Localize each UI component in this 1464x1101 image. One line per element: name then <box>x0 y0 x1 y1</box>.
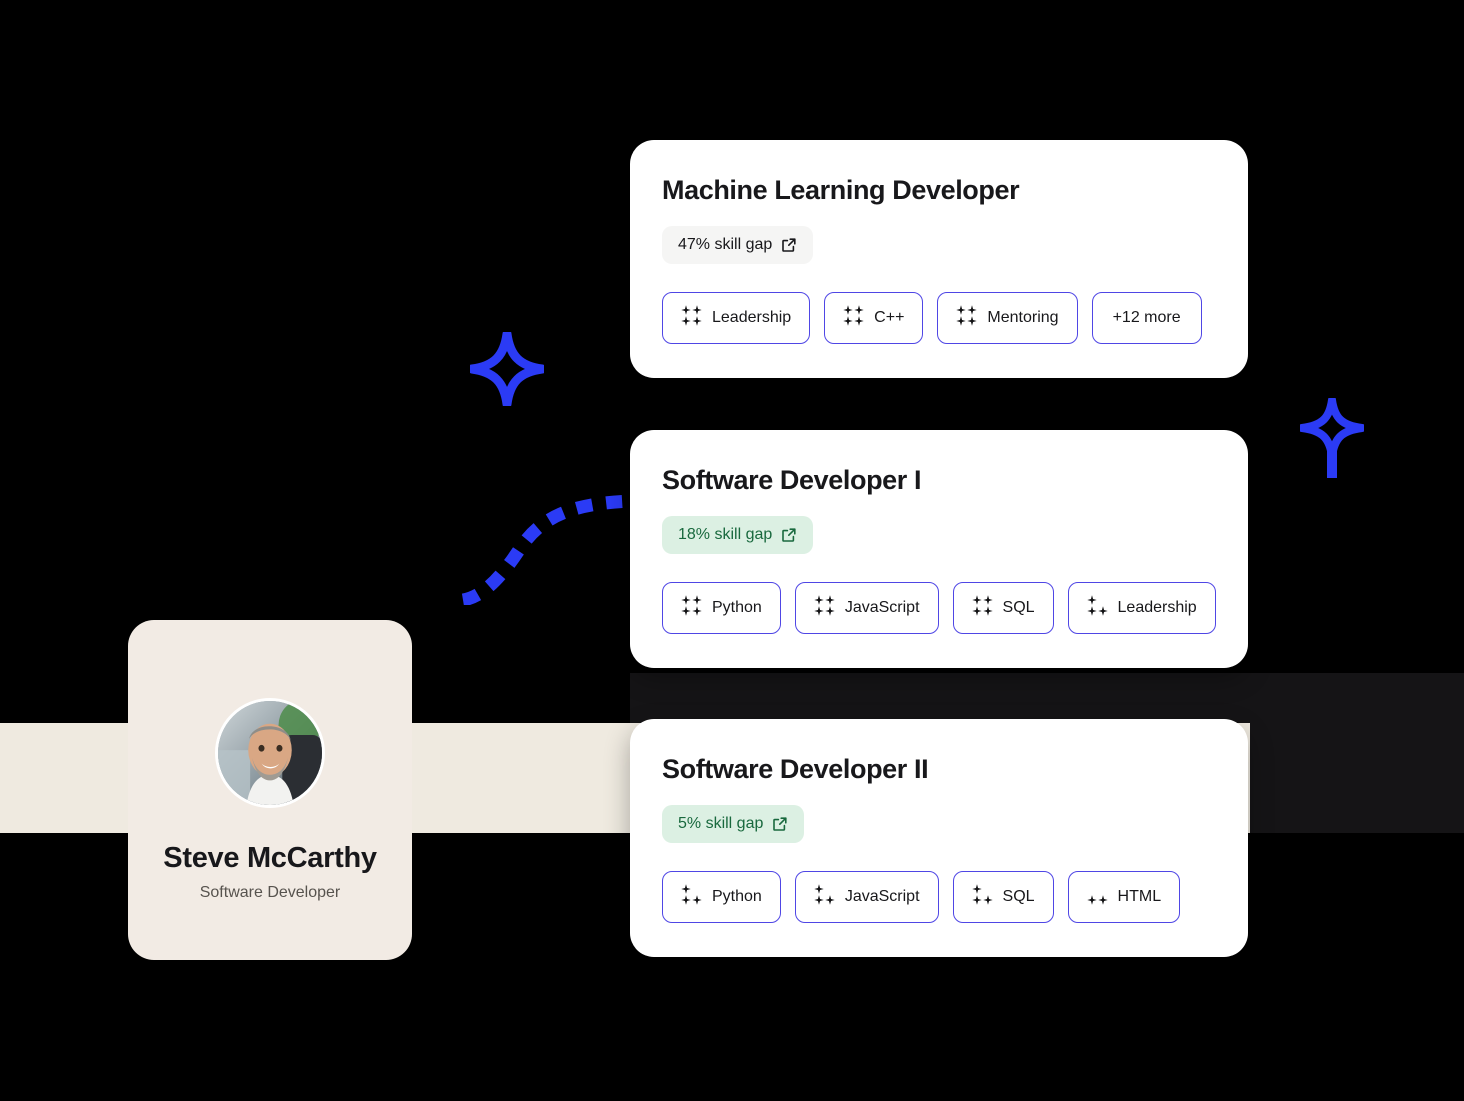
skill-level-4-icon <box>956 304 978 331</box>
skill-chip-row: Python JavaScript SQL Leadership <box>662 581 1216 634</box>
skill-chip[interactable]: SQL <box>952 870 1054 923</box>
more-skills-label: +12 more <box>1112 308 1181 326</box>
skill-chip-label: Leadership <box>1117 598 1197 616</box>
skill-gap-label: 18% skill gap <box>678 525 773 543</box>
skill-gap-badge[interactable]: 47% skill gap <box>662 225 814 264</box>
skill-level-4-icon <box>971 594 993 621</box>
canvas: Steve McCarthy Software Developer Machin… <box>0 0 1464 1101</box>
profile-role: Software Developer <box>199 884 341 901</box>
dashed-growth-curve <box>455 485 635 607</box>
skill-chip[interactable]: C++ <box>824 291 924 344</box>
skill-level-4-icon <box>814 594 835 621</box>
skill-gap-label: 47% skill gap <box>678 235 773 253</box>
skill-chip[interactable]: JavaScript <box>794 870 939 923</box>
avatar <box>215 698 325 808</box>
skill-chip-label: JavaScript <box>844 887 920 905</box>
skill-chip-label: Leadership <box>712 308 792 326</box>
skill-chip-label: C++ <box>874 308 905 326</box>
role-card[interactable]: Software Developer I 18% skill gap Pytho… <box>630 430 1248 668</box>
skill-chip-label: Python <box>712 887 762 905</box>
skill-chip-label: SQL <box>1002 598 1035 616</box>
skill-level-3-icon <box>681 883 702 910</box>
skill-chip[interactable]: SQL <box>952 581 1054 634</box>
skill-chip-label: Mentoring <box>987 308 1059 326</box>
external-link-icon[interactable] <box>772 816 788 832</box>
role-title: Software Developer I <box>662 465 922 495</box>
skill-level-4-icon <box>681 594 702 621</box>
skill-chip-label: SQL <box>1002 887 1035 905</box>
skill-chip[interactable]: Python <box>662 870 781 923</box>
skill-level-3-icon <box>1086 594 1108 621</box>
skill-chip[interactable]: JavaScript <box>794 581 939 634</box>
skill-gap-label: 5% skill gap <box>678 814 764 832</box>
skill-level-3-icon <box>814 883 835 910</box>
skill-level-3-icon <box>971 883 993 910</box>
role-card[interactable]: Software Developer II 5% skill gap Pytho… <box>630 719 1248 957</box>
skill-level-4-icon <box>843 304 864 331</box>
external-link-icon[interactable] <box>781 237 797 253</box>
sparkle-icon <box>1300 398 1364 480</box>
skill-chip-row: Python JavaScript SQL HTML <box>662 870 1216 923</box>
skill-chip[interactable]: Leadership <box>1067 581 1216 634</box>
skill-level-4-icon <box>681 304 702 331</box>
skill-chip-label: HTML <box>1117 887 1162 905</box>
external-link-icon[interactable] <box>781 527 797 543</box>
more-skills-chip[interactable]: +12 more <box>1091 291 1202 344</box>
skill-chip-label: Python <box>712 598 762 616</box>
skill-chip[interactable]: Leadership <box>662 291 811 344</box>
role-card[interactable]: Machine Learning Developer 47% skill gap… <box>630 140 1248 378</box>
profile-card[interactable]: Steve McCarthy Software Developer <box>128 620 412 960</box>
skill-gap-badge[interactable]: 18% skill gap <box>662 515 814 554</box>
role-title: Machine Learning Developer <box>662 175 1020 205</box>
skill-chip-label: JavaScript <box>844 598 920 616</box>
sparkle-icon <box>470 332 544 406</box>
skill-level-2-icon <box>1086 884 1108 910</box>
profile-name: Steve McCarthy <box>163 842 377 874</box>
role-title: Software Developer II <box>662 754 929 784</box>
skill-chip[interactable]: Python <box>662 581 781 634</box>
skill-chip[interactable]: Mentoring <box>937 291 1078 344</box>
skill-gap-badge[interactable]: 5% skill gap <box>662 804 805 843</box>
skill-chip[interactable]: HTML <box>1067 870 1181 923</box>
skill-chip-row: Leadership C++ Mentoring +12 more <box>662 291 1216 344</box>
